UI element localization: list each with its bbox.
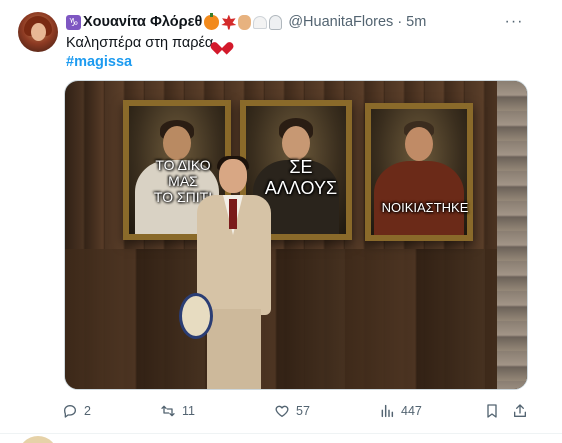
like-button[interactable]: 57	[274, 402, 310, 420]
separator-dot: ·	[397, 14, 403, 30]
tweet-actions-bar: 2 11 57 447	[62, 402, 532, 422]
views-button[interactable]: 447	[379, 402, 422, 420]
portrait-face	[163, 126, 191, 160]
tweet-text-content: Καλησπέρα στη παρέα	[66, 35, 214, 51]
tweet-media-image[interactable]: ΤΟ ΔΙΚΟ ΜΑΣ ΤΟ ΣΠΙΤΙ ΣΕ ΑΛΛΟΥΣ ΝΟΙΚΙΑΣΤΗ…	[64, 80, 528, 390]
stone-wall	[497, 81, 527, 389]
portrait-face	[405, 127, 433, 161]
red-heart-emoji-icon	[215, 37, 229, 50]
retweet-button[interactable]: 11	[160, 402, 195, 420]
meme-caption-right: ΝΟΙΚΙΑΣΤΗΚΕ	[381, 200, 469, 215]
ghost-emoji-icon	[269, 14, 283, 30]
reply-button[interactable]: 2	[62, 402, 91, 420]
tweet-header: ♑ Χουανίτα Φλόρεθ @HuanitaFlores · 5m	[66, 12, 426, 32]
pumpkin-emoji-icon	[204, 12, 220, 30]
reply-icon	[64, 405, 76, 418]
reply-count: 2	[84, 404, 91, 418]
user-avatar[interactable]	[18, 12, 58, 52]
like-count: 57	[296, 404, 310, 418]
retweet-count: 11	[182, 404, 195, 418]
tweet-divider	[0, 433, 562, 434]
tweet-text: Καλησπέρα στη παρέα	[66, 35, 229, 51]
analytics-icon	[381, 404, 394, 418]
standing-man-figure	[179, 156, 289, 389]
heart-icon	[275, 405, 289, 417]
hashtag-link[interactable]: #magissa	[66, 54, 132, 70]
wood-panel-wall	[65, 249, 527, 389]
tweet-card[interactable]: ♑ Χουανίτα Φλόρεθ @HuanitaFlores · 5m ··…	[0, 0, 562, 435]
share-icon	[514, 404, 526, 417]
capricorn-badge-icon: ♑	[66, 14, 81, 30]
portrait-face	[282, 126, 310, 160]
bookmark-button[interactable]	[484, 402, 506, 420]
display-name[interactable]: Χουανίτα Φλόρεθ	[83, 14, 202, 30]
maple-leaf-emoji-icon	[221, 14, 237, 30]
share-button[interactable]	[512, 402, 534, 420]
more-options-button[interactable]: ···	[504, 12, 524, 32]
straw-hat	[179, 293, 213, 339]
user-handle[interactable]: @HuanitaFlores	[288, 14, 393, 30]
next-tweet-avatar[interactable]	[18, 436, 58, 443]
timestamp[interactable]: 5m	[406, 14, 426, 30]
portrait-frame-right	[365, 103, 473, 241]
white-heart-emoji-icon	[253, 15, 268, 29]
hand-emoji-icon	[238, 14, 252, 30]
views-count: 447	[401, 404, 422, 418]
retweet-icon	[161, 405, 175, 417]
avatar-face	[31, 23, 46, 41]
bookmark-icon	[487, 404, 497, 418]
